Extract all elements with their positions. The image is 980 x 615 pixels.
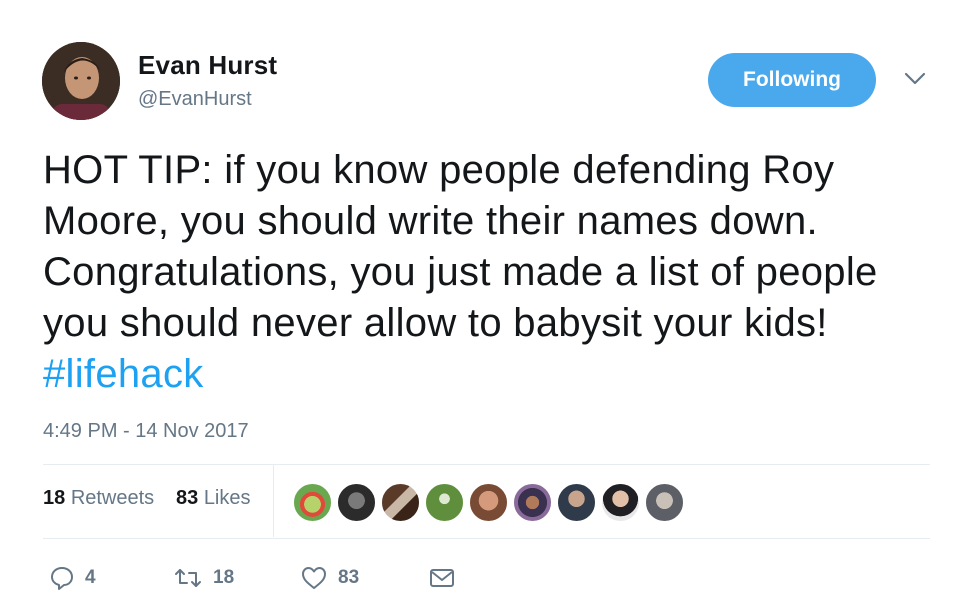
reply-count: 4 [85, 567, 96, 588]
tweet-text: HOT TIP: if you know people defending Ro… [43, 145, 943, 400]
liker-avatar[interactable] [381, 483, 420, 522]
liker-avatar[interactable] [337, 483, 376, 522]
chevron-down-icon[interactable] [902, 70, 928, 88]
author-display-name[interactable]: Evan Hurst [138, 50, 277, 81]
following-button[interactable]: Following [708, 53, 876, 107]
tweet-card: Evan Hurst @EvanHurst Following HOT TIP:… [0, 0, 980, 615]
likes-count: 83 [176, 487, 199, 509]
likes-stat[interactable]: 83 Likes [176, 487, 251, 510]
retweets-stat[interactable]: 18 Retweets [43, 487, 154, 510]
like-button[interactable]: 83 [300, 563, 359, 593]
liker-avatar[interactable] [557, 483, 596, 522]
divider [43, 538, 930, 539]
liker-avatar[interactable] [601, 483, 640, 522]
reply-icon [49, 565, 75, 591]
direct-message-button[interactable] [428, 563, 456, 593]
retweets-label: Retweets [70, 487, 155, 509]
envelope-icon [428, 566, 456, 590]
author-avatar[interactable] [42, 42, 120, 120]
liker-avatar[interactable] [469, 483, 508, 522]
liker-avatar[interactable] [645, 483, 684, 522]
tweet-actions: 4 18 83 [43, 555, 930, 605]
author-handle[interactable]: @EvanHurst [138, 88, 252, 111]
likes-label: Likes [203, 487, 251, 509]
liker-avatar[interactable] [513, 483, 552, 522]
retweets-count: 18 [43, 487, 66, 509]
liker-avatar[interactable] [425, 483, 464, 522]
tweet-timestamp[interactable]: 4:49 PM - 14 Nov 2017 [43, 420, 249, 443]
stats-separator [273, 465, 274, 537]
hashtag-link[interactable]: #lifehack [43, 352, 204, 396]
tweet-stats: 18 Retweets 83 Likes [43, 465, 930, 537]
retweet-icon [173, 565, 203, 591]
reply-button[interactable]: 4 [49, 563, 96, 593]
retweet-count: 18 [213, 567, 235, 588]
like-count: 83 [338, 567, 360, 588]
heart-icon [300, 565, 328, 591]
tweet-text-body: HOT TIP: if you know people defending Ro… [43, 148, 878, 345]
retweet-button[interactable]: 18 [173, 563, 234, 593]
liker-avatar[interactable] [293, 483, 332, 522]
